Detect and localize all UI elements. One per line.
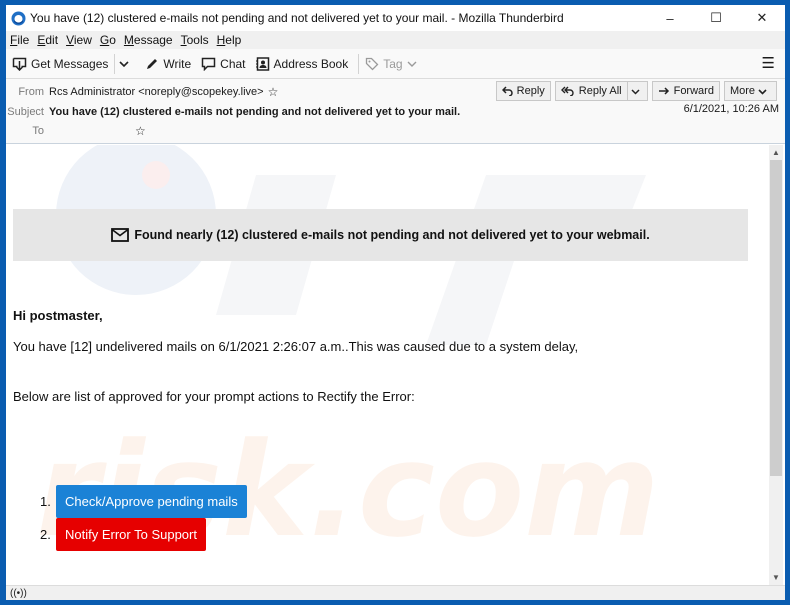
message-body: risk.com Found nearly (12) clustered e-m… <box>6 145 785 585</box>
message-header: From Rcs Administrator <noreply@scopekey… <box>6 79 785 144</box>
reply-button[interactable]: Reply <box>495 81 551 101</box>
from-label: From <box>18 86 44 98</box>
subject-label: Subject <box>7 106 44 118</box>
tag-label: Tag <box>383 56 403 71</box>
reply-all-button[interactable]: Reply All <box>554 81 628 101</box>
close-button[interactable]: ✕ <box>739 5 785 31</box>
get-messages-label: Get Messages <box>31 56 109 71</box>
reply-arrow-icon <box>501 86 513 96</box>
to-row: To ☆ <box>6 124 146 138</box>
menu-help-accel: H <box>216 33 226 47</box>
menu-help-label: elp <box>225 33 242 47</box>
forward-arrow-icon <box>658 87 669 95</box>
body-line-2: Below are list of approved for your prom… <box>13 389 415 404</box>
forward-label: Forward <box>673 85 714 97</box>
chat-button[interactable]: Chat <box>201 56 246 71</box>
menu-view-label: iew <box>73 33 92 47</box>
menu-tools-label: ools <box>186 33 209 47</box>
title-bar: You have (12) clustered e-mails not pend… <box>6 5 785 31</box>
menu-message[interactable]: Message <box>124 33 173 47</box>
chevron-down-icon <box>119 60 129 67</box>
chevron-down-icon <box>631 88 640 95</box>
address-book-icon <box>255 56 269 71</box>
notify-error-to-support-button[interactable]: Notify Error To Support <box>56 518 206 551</box>
chat-bubble-icon <box>201 57 216 71</box>
envelope-icon <box>111 228 130 242</box>
window-controls: – ☐ ✕ <box>647 5 785 31</box>
menu-view-accel: V <box>66 33 74 47</box>
more-button[interactable]: More <box>723 81 777 101</box>
menu-file[interactable]: File <box>10 33 29 47</box>
write-button[interactable]: Write <box>145 57 191 71</box>
window-title: You have (12) clustered e-mails not pend… <box>30 11 564 25</box>
reply-label: Reply <box>516 85 545 97</box>
vertical-scrollbar[interactable]: ▲ ▼ <box>769 145 783 585</box>
menu-message-accel: M <box>123 33 134 47</box>
banner-text: Found nearly (12) clustered e-mails not … <box>134 228 650 242</box>
subject-value: You have (12) clustered e-mails not pend… <box>49 106 461 118</box>
tag-icon <box>366 57 379 70</box>
list-number: 2. <box>40 527 51 542</box>
tag-button[interactable]: Tag <box>365 57 420 71</box>
menu-view[interactable]: View <box>66 33 92 47</box>
online-status-icon[interactable]: ((•)) <box>10 588 27 599</box>
more-label: More <box>729 85 755 97</box>
reply-all-label: Reply All <box>578 85 622 97</box>
thunderbird-logo-icon <box>11 11 26 26</box>
star-icon[interactable]: ☆ <box>135 124 146 138</box>
pencil-icon <box>147 58 158 69</box>
address-book-label: Address Book <box>273 56 349 71</box>
chevron-down-icon <box>758 88 767 95</box>
reply-all-split: Reply All <box>554 81 648 101</box>
download-inbox-icon <box>12 57 27 71</box>
chevron-down-icon <box>407 61 417 67</box>
scroll-down-icon[interactable]: ▼ <box>769 570 783 585</box>
menu-tools[interactable]: Tools <box>181 33 209 47</box>
from-row: From Rcs Administrator <noreply@scopekey… <box>6 85 278 99</box>
maximize-button[interactable]: ☐ <box>693 5 739 31</box>
write-label: Write <box>163 56 192 71</box>
menu-edit-label: dit <box>45 33 59 47</box>
status-bar: ((•)) <box>6 585 785 600</box>
thunderbird-window: You have (12) clustered e-mails not pend… <box>6 5 785 600</box>
get-messages-dropdown[interactable] <box>119 60 133 68</box>
menu-go[interactable]: Go <box>100 33 116 47</box>
reply-all-icon <box>560 86 574 96</box>
subject-row: Subject You have (12) clustered e-mails … <box>6 106 460 118</box>
from-value[interactable]: Rcs Administrator <noreply@scopekey.live… <box>49 86 264 98</box>
greeting-text: Hi postmaster, <box>13 308 103 323</box>
app-menu-icon[interactable]: ☰ <box>762 56 775 71</box>
toolbar-separator <box>358 53 360 74</box>
menu-edit[interactable]: Edit <box>37 33 58 47</box>
minimize-button[interactable]: – <box>647 5 693 31</box>
menu-bar: File Edit View Go Message Tools Help <box>6 31 785 49</box>
list-number: 1. <box>40 494 51 509</box>
message-date: 6/1/2021, 10:26 AM <box>683 103 779 115</box>
address-book-button[interactable]: Address Book <box>255 56 349 71</box>
star-icon[interactable]: ☆ <box>268 85 279 99</box>
body-line-1: You have [12] undelivered mails on 6/1/2… <box>13 339 579 354</box>
main-toolbar: Get Messages Write Chat Address Book Tag <box>6 49 785 79</box>
get-messages-button[interactable]: Get Messages <box>12 57 108 71</box>
reply-all-dropdown[interactable] <box>627 81 648 101</box>
menu-help[interactable]: Help <box>217 33 242 47</box>
toolbar-separator <box>114 53 116 74</box>
check-approve-pending-mails-button[interactable]: Check/Approve pending mails <box>56 485 247 518</box>
list-item: 2. Notify Error To Support <box>40 518 206 551</box>
menu-file-label: ile <box>17 33 30 47</box>
forward-button[interactable]: Forward <box>651 81 720 101</box>
menu-message-label: essage <box>133 33 173 47</box>
menu-go-label: o <box>109 33 116 47</box>
notice-banner: Found nearly (12) clustered e-mails not … <box>13 209 748 261</box>
chat-label: Chat <box>220 56 246 71</box>
scroll-up-icon[interactable]: ▲ <box>769 145 783 160</box>
scrollbar-thumb[interactable] <box>770 160 782 476</box>
menu-go-accel: G <box>99 33 110 47</box>
message-actions: Reply Reply All Forward More <box>492 81 777 101</box>
list-item: 1. Check/Approve pending mails <box>40 485 247 518</box>
to-label: To <box>32 125 44 137</box>
